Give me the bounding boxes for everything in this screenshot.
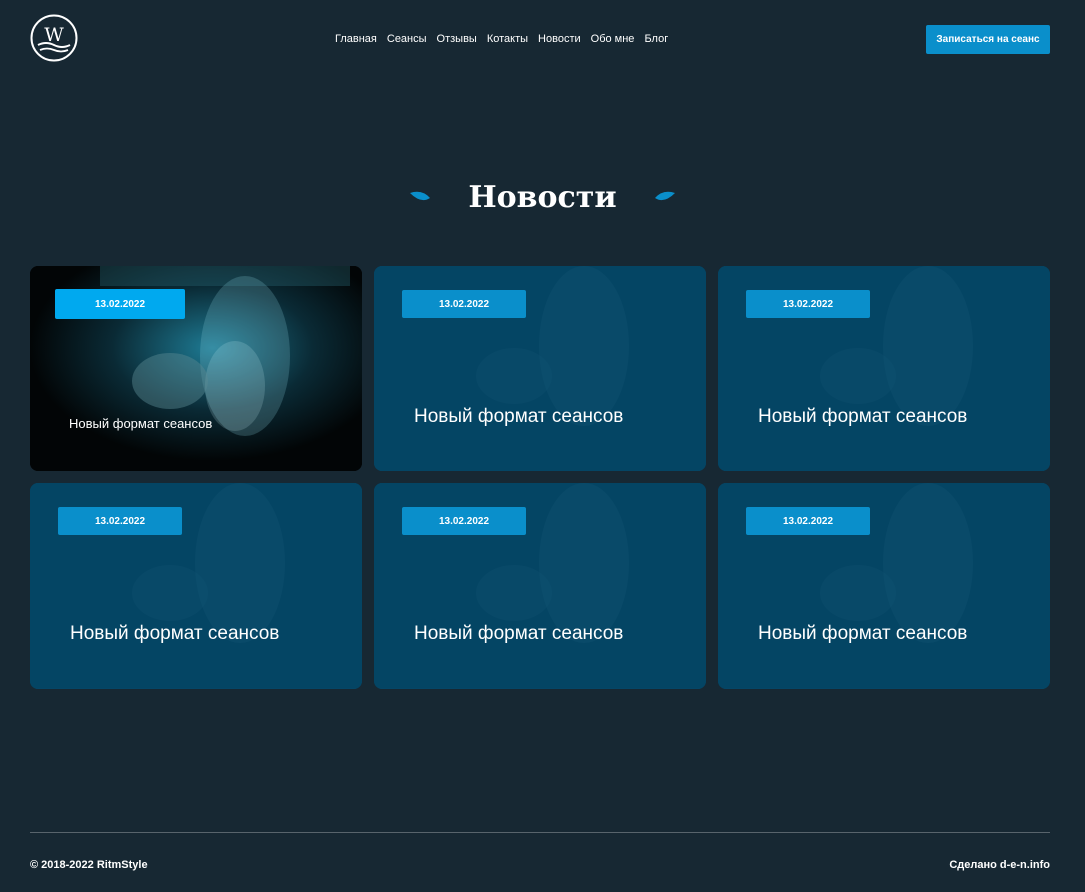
logo[interactable]: W: [30, 14, 78, 62]
news-title[interactable]: Новый формат сеансов: [414, 623, 623, 645]
news-card[interactable]: 13.02.2022 Новый формат сеансов: [374, 266, 706, 471]
news-title[interactable]: Новый формат сеансов: [758, 623, 967, 645]
nav-item-news[interactable]: Новости: [533, 32, 586, 46]
news-title[interactable]: Новый формат сеансов: [70, 623, 279, 645]
nav-item-sessions[interactable]: Сеансы: [382, 32, 432, 46]
left-leaf-icon: [410, 191, 431, 201]
date-badge: 13.02.2022: [58, 507, 182, 535]
nav-item-contacts[interactable]: Котакты: [482, 32, 533, 46]
news-card[interactable]: 13.02.2022 Новый формат сеансов: [30, 483, 362, 689]
news-title[interactable]: Новый формат сеансов: [69, 416, 212, 431]
footer-divider: [30, 832, 1050, 833]
nav-item-home[interactable]: Главная: [330, 32, 382, 46]
news-card[interactable]: 13.02.2022 Новый формат сеансов: [718, 483, 1050, 689]
date-badge: 13.02.2022: [746, 290, 870, 318]
date-badge: 13.02.2022: [402, 507, 526, 535]
right-leaf-icon: [654, 191, 675, 201]
page-title: Новости: [468, 179, 617, 215]
date-badge: 13.02.2022: [746, 507, 870, 535]
news-title[interactable]: Новый формат сеансов: [414, 406, 623, 428]
copyright-text: © 2018-2022 RitmStyle: [30, 859, 148, 871]
nav-item-reviews[interactable]: Отзывы: [432, 32, 482, 46]
made-by-link[interactable]: Сделано d-e-n.info: [949, 859, 1050, 871]
main-nav: Главная Сеансы Отзывы Котакты Новости Об…: [330, 32, 673, 46]
nav-item-blog[interactable]: Блог: [639, 32, 673, 46]
date-badge: 13.02.2022: [55, 289, 185, 319]
news-title[interactable]: Новый формат сеансов: [758, 406, 967, 428]
section-header: Новости: [0, 172, 1085, 222]
nav-item-about[interactable]: Обо мне: [586, 32, 640, 46]
book-session-button[interactable]: Записаться на сеанс: [926, 25, 1050, 54]
news-card[interactable]: 13.02.2022 Новый формат сеансов: [718, 266, 1050, 471]
date-badge: 13.02.2022: [402, 290, 526, 318]
news-card[interactable]: 13.02.2022 Новый формат сеансов: [30, 266, 362, 471]
news-card[interactable]: 13.02.2022 Новый формат сеансов: [374, 483, 706, 689]
news-grid: 13.02.2022 Новый формат сеансов 13.02.20…: [30, 266, 1050, 689]
